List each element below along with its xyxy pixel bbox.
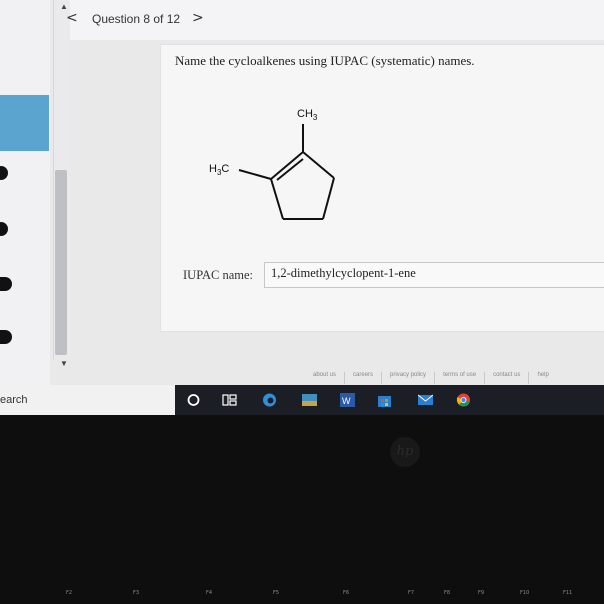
footer-link-privacy[interactable]: privacy policy (382, 372, 436, 384)
photos-app-icon[interactable] (302, 393, 317, 407)
footer-link-help[interactable]: help (529, 372, 556, 384)
left-methyl-label: H3C (209, 163, 229, 177)
sidebar-marker[interactable] (0, 330, 12, 344)
edge-browser-icon[interactable] (262, 393, 277, 407)
chrome-icon[interactable] (456, 393, 471, 407)
keyboard-function-row: F2 F3 F4 F5 F6 F7 F8 F9 F10 F11 (0, 588, 604, 604)
footer-links: about us careers privacy policy terms of… (305, 372, 604, 384)
footer-link-contact[interactable]: contact us (485, 372, 530, 384)
sidebar-marker[interactable] (0, 222, 8, 236)
fn-key: F4 (206, 590, 213, 596)
footer-link-about[interactable]: about us (305, 372, 346, 384)
task-view-icon[interactable] (222, 393, 237, 407)
fn-key: F2 (66, 590, 73, 596)
scroll-down-icon[interactable]: ▼ (60, 359, 68, 368)
footer-link-careers[interactable]: careers (345, 372, 383, 384)
left-sidebar (0, 0, 50, 385)
fn-key: F11 (563, 590, 573, 596)
taskbar-search-box[interactable]: earch (0, 385, 175, 415)
structure-drawing: CH3 H3C (209, 108, 335, 220)
sidebar-marker[interactable] (0, 277, 12, 291)
iupac-name-input[interactable]: 1,2-dimethylcyclopent-1-ene (264, 262, 604, 288)
iupac-name-label: IUPAC name: (183, 268, 254, 282)
mail-icon[interactable] (418, 393, 433, 407)
cortana-icon[interactable] (186, 393, 201, 407)
sidebar-marker[interactable] (0, 166, 8, 180)
cyclopentene-ring (238, 124, 335, 220)
sidebar-selected-item[interactable] (0, 95, 49, 151)
hp-logo: hp (390, 437, 420, 467)
prev-question-button[interactable]: < (66, 10, 78, 26)
fn-key: F9 (478, 590, 485, 596)
fn-key: F6 (343, 590, 350, 596)
svg-text:W: W (342, 396, 351, 406)
taskbar-search-text: earch (0, 394, 28, 406)
footer-link-terms[interactable]: terms of use (435, 372, 486, 384)
fn-key: F7 (408, 590, 415, 596)
laptop-bezel (0, 415, 604, 604)
next-question-button[interactable]: > (192, 10, 204, 26)
screen: ▲ ▼ < Question 8 of 12 > Name the cycloa… (0, 0, 604, 415)
question-prompt: Name the cycloalkenes using IUPAC (syste… (175, 53, 475, 68)
fn-key: F10 (520, 590, 530, 596)
windows-taskbar: earch W (0, 385, 604, 415)
fn-key: F5 (273, 590, 280, 596)
fn-key: F3 (133, 590, 140, 596)
word-icon[interactable]: W (340, 393, 355, 407)
store-icon[interactable] (377, 393, 392, 407)
fn-key: F8 (444, 590, 451, 596)
scrollbar-thumb[interactable] (55, 170, 67, 355)
question-counter: Question 8 of 12 (92, 12, 181, 26)
top-methyl-label: CH3 (297, 108, 318, 122)
